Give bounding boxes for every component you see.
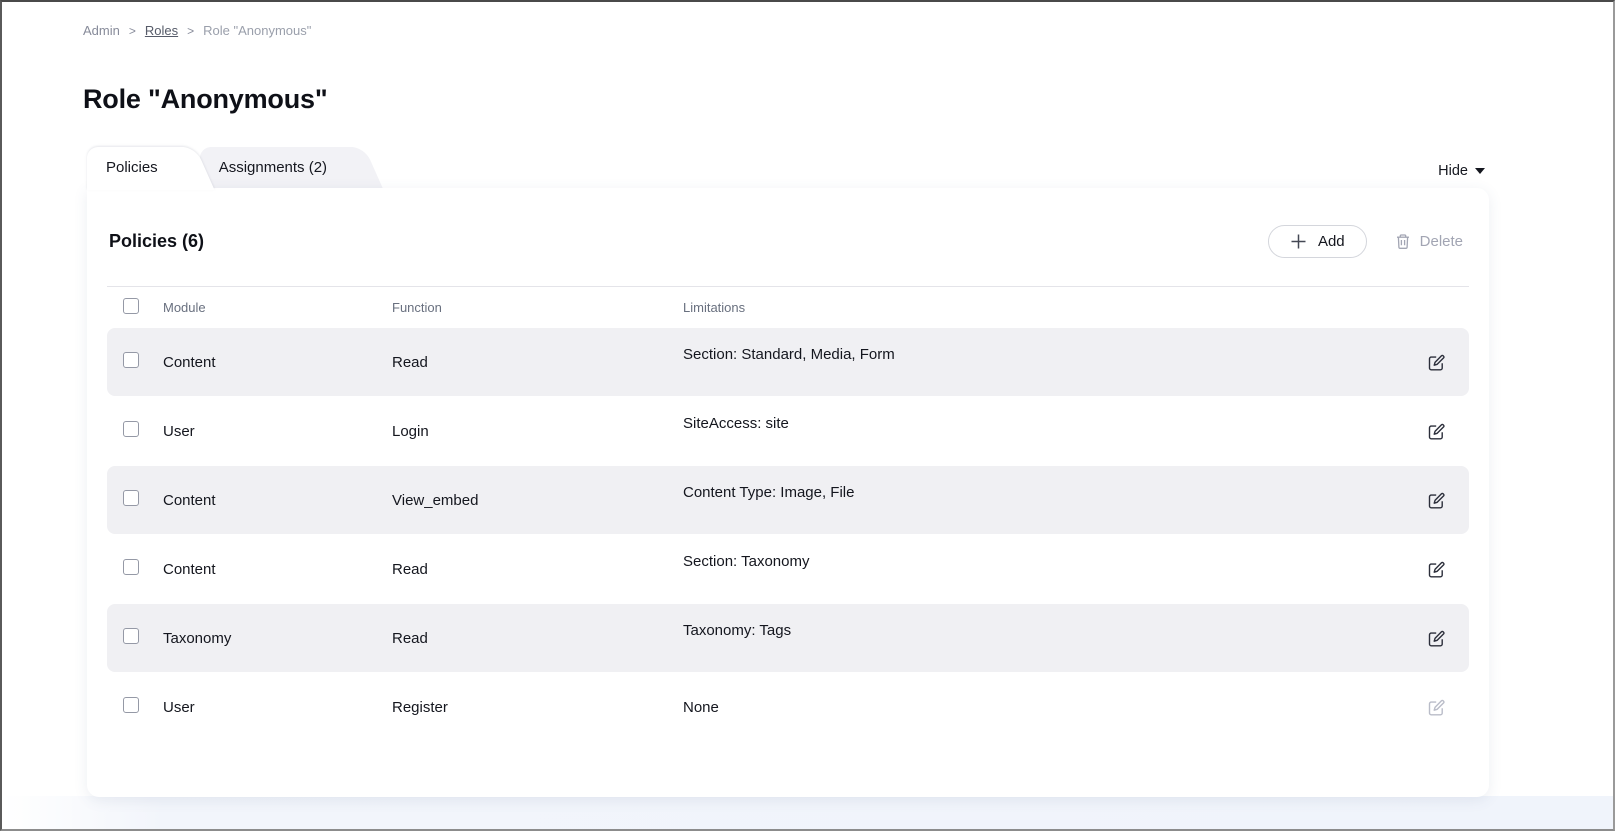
add-button[interactable]: Add [1268,225,1367,258]
edit-icon [1427,629,1446,648]
edit-icon [1427,422,1446,441]
delete-button-label: Delete [1420,233,1463,250]
cell-function: Read [392,354,683,371]
hide-toggle-label: Hide [1438,163,1468,179]
panel-actions: Add Delete [1268,225,1463,258]
row-checkbox[interactable] [123,352,139,368]
policies-panel: Policies (6) Add Delete Module [87,188,1489,797]
tab-policies[interactable]: Policies [87,147,184,190]
cell-function: Login [392,423,683,440]
cell-module: User [163,423,392,440]
select-all-checkbox[interactable] [123,298,139,314]
cell-function: Register [392,699,683,716]
breadcrumb: Admin > Roles > Role "Anonymous" [83,23,311,38]
edit-policy-button[interactable] [1419,345,1453,379]
tab-assignments-label: Assignments (2) [219,159,327,176]
hide-toggle[interactable]: Hide [1438,163,1485,179]
column-header-module: Module [163,300,392,315]
table-row: Content Read Section: Taxonomy [107,535,1469,603]
edit-policy-button[interactable] [1419,621,1453,655]
edit-icon [1427,560,1446,579]
cell-module: Taxonomy [163,630,392,647]
row-checkbox[interactable] [123,490,139,506]
bottom-strip [2,796,1613,829]
cell-function: Read [392,561,683,578]
table-row: User Register None [107,673,1469,741]
row-checkbox[interactable] [123,421,139,437]
breadcrumb-item-admin[interactable]: Admin [83,23,120,38]
edit-policy-button[interactable] [1419,483,1453,517]
column-header-limitations: Limitations [683,300,1419,315]
edit-policy-button[interactable] [1419,690,1453,724]
policies-table: Content Read Section: Standard, Media, F… [107,328,1469,741]
cell-function: Read [392,630,683,647]
column-header-function: Function [392,300,683,315]
row-checkbox[interactable] [123,697,139,713]
breadcrumb-item-current: Role "Anonymous" [203,23,311,38]
cell-limitations: Taxonomy: Tags [683,622,1419,639]
caret-down-icon [1475,168,1485,174]
cell-module: Content [163,561,392,578]
cell-limitations: SiteAccess: site [683,415,1419,432]
table-row: Content View_embed Content Type: Image, … [107,466,1469,534]
table-row: Taxonomy Read Taxonomy: Tags [107,604,1469,672]
table-row: Content Read Section: Standard, Media, F… [107,328,1469,396]
tab-assignments[interactable]: Assignments (2) [200,147,353,190]
edit-icon [1427,698,1446,717]
cell-limitations: Section: Taxonomy [683,553,1419,570]
add-button-label: Add [1318,233,1345,250]
page-title: Role "Anonymous" [83,84,327,115]
plus-icon [1290,233,1307,250]
edit-policy-button[interactable] [1419,552,1453,586]
cell-limitations: None [683,699,1419,716]
row-checkbox[interactable] [123,559,139,575]
edit-icon [1427,491,1446,510]
panel-title: Policies (6) [109,231,204,252]
panel-header: Policies (6) Add Delete [107,188,1469,286]
row-checkbox[interactable] [123,628,139,644]
edit-icon [1427,353,1446,372]
edit-policy-button[interactable] [1419,414,1453,448]
breadcrumb-separator: > [187,24,194,38]
tab-policies-label: Policies [106,159,158,176]
cell-function: View_embed [392,492,683,509]
table-row: User Login SiteAccess: site [107,397,1469,465]
cell-module: Content [163,354,392,371]
cell-module: User [163,699,392,716]
breadcrumb-item-roles[interactable]: Roles [145,23,178,38]
screen: { "breadcrumb": { "separator": ">", "ite… [0,0,1615,831]
breadcrumb-separator: > [129,24,136,38]
table-header: Module Function Limitations [107,287,1469,328]
tab-bar: Policies Assignments (2) [87,147,353,190]
delete-button[interactable]: Delete [1395,233,1463,250]
cell-limitations: Section: Standard, Media, Form [683,346,1419,363]
cell-module: Content [163,492,392,509]
trash-icon [1395,233,1411,250]
cell-limitations: Content Type: Image, File [683,484,1419,501]
